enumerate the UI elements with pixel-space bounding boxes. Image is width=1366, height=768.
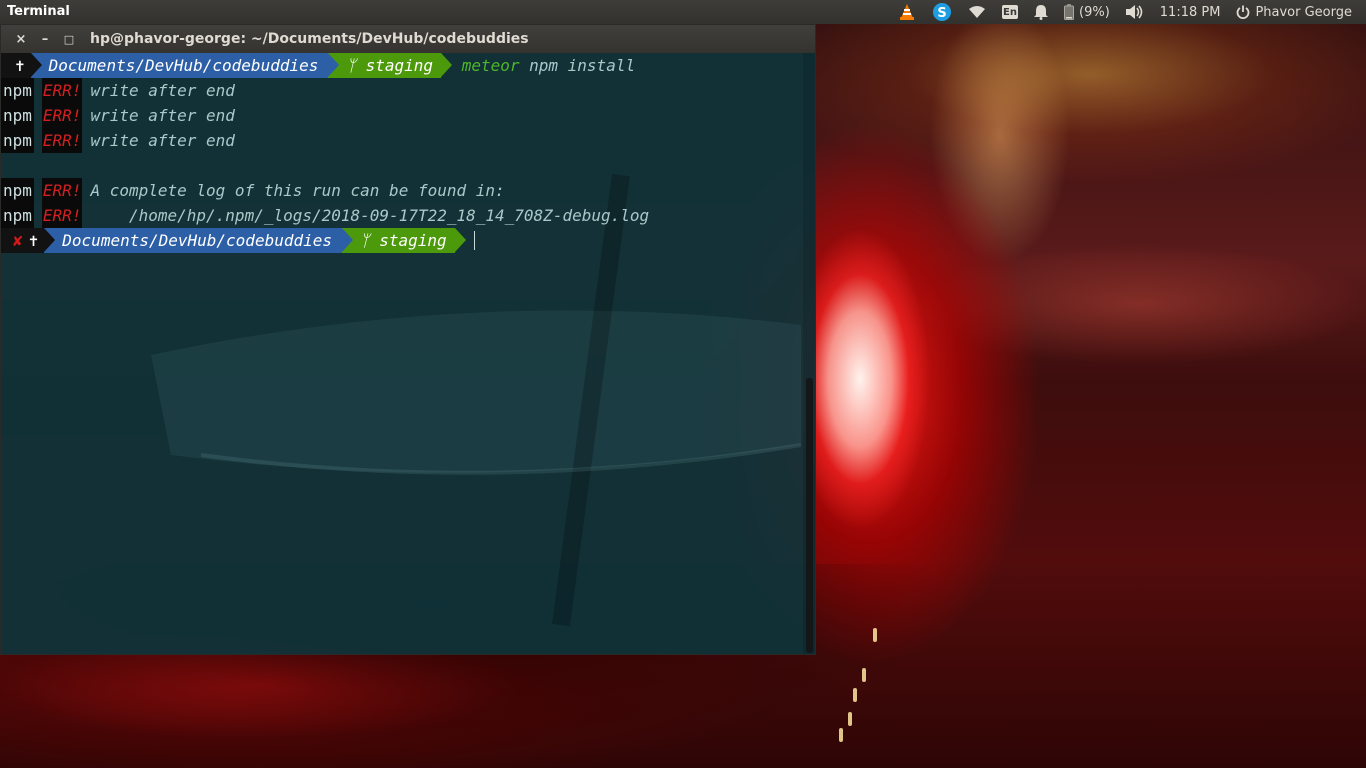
user-glyph-icon: ✝ bbox=[15, 56, 25, 75]
user-name: Phavor George bbox=[1255, 4, 1352, 20]
error-tag: ERR! bbox=[41, 178, 83, 203]
close-button[interactable]: × bbox=[12, 30, 30, 48]
user-glyph-icon: ✝ bbox=[28, 231, 39, 250]
text-cursor[interactable] bbox=[473, 231, 475, 250]
prompt-user-segment: ✘ ✝ bbox=[1, 228, 45, 253]
prompt-line: ✘ ✝ Documents/DevHub/codebuddies ᛘ staging bbox=[1, 228, 803, 253]
prompt-git-segment: ᛘ staging bbox=[328, 53, 442, 78]
terminal-titlebar[interactable]: × – □ hp@phavor-george: ~/Documents/DevH… bbox=[1, 25, 815, 53]
terminal-window[interactable]: × – □ hp@phavor-george: ~/Documents/DevH… bbox=[0, 24, 816, 655]
log-path[interactable]: /home/hp/.npm/_logs/2018-09-17T22_18_14_… bbox=[90, 206, 649, 225]
segment-separator bbox=[342, 228, 353, 252]
vlc-indicator[interactable] bbox=[898, 0, 916, 24]
notification-bell-icon bbox=[1034, 5, 1048, 20]
output-text: A complete log of this run can be found … bbox=[90, 181, 505, 200]
npm-prefix: npm bbox=[1, 103, 34, 128]
notification-indicator[interactable] bbox=[1034, 0, 1048, 24]
skype-indicator[interactable]: S bbox=[932, 0, 952, 24]
git-branch-name: staging bbox=[365, 56, 434, 75]
indicator-area: S En (9%) 11:18 PM Phavor George bbox=[890, 0, 1360, 24]
battery-indicator[interactable]: (9%) bbox=[1064, 0, 1110, 24]
output-line: npm ERR! write after end bbox=[1, 78, 803, 103]
keyboard-layout-icon: En bbox=[1002, 5, 1018, 19]
error-tag: ERR! bbox=[41, 128, 83, 153]
segment-separator bbox=[441, 53, 453, 77]
wallpaper-light-streak bbox=[873, 628, 877, 642]
prompt-git-segment: ᛘ staging bbox=[342, 228, 455, 253]
npm-prefix: npm bbox=[1, 78, 34, 103]
output-line: npm ERR! A complete log of this run can be… bbox=[1, 178, 803, 203]
clock[interactable]: 11:18 PM bbox=[1160, 0, 1221, 24]
volume-icon bbox=[1125, 5, 1143, 19]
output-text: write after end bbox=[90, 131, 235, 150]
error-tag: ERR! bbox=[41, 203, 83, 228]
battery-percentage: (9%) bbox=[1079, 4, 1110, 20]
git-branch-icon: ᛘ bbox=[346, 56, 356, 75]
output-line: npm ERR! write after end bbox=[1, 128, 803, 153]
wifi-icon bbox=[969, 6, 985, 18]
output-line: npm ERR! /home/hp/.npm/_logs/2018-09-17T2… bbox=[1, 203, 803, 228]
segment-separator bbox=[454, 228, 466, 252]
output-line: npm ERR! write after end bbox=[1, 103, 803, 128]
power-icon bbox=[1237, 5, 1250, 19]
failure-icon: ✘ bbox=[13, 231, 23, 250]
prompt-directory-segment: Documents/DevHub/codebuddies bbox=[30, 53, 329, 78]
terminal-output[interactable]: ✝ Documents/DevHub/codebuddies ᛘ staging m… bbox=[1, 53, 803, 654]
vlc-icon bbox=[900, 4, 914, 20]
scrollbar-track[interactable] bbox=[803, 53, 815, 654]
output-text: write after end bbox=[90, 81, 235, 100]
command-tool: meteor bbox=[461, 56, 520, 75]
command-args: npm install bbox=[529, 56, 636, 75]
svg-text:S: S bbox=[937, 6, 946, 21]
prompt-user-segment: ✝ bbox=[1, 53, 31, 78]
minimize-button[interactable]: – bbox=[36, 30, 54, 48]
maximize-button[interactable]: □ bbox=[60, 30, 78, 48]
wallpaper-light-streak bbox=[853, 688, 857, 702]
top-panel: Terminal S En (9%) 11:18 PM Phavor Georg… bbox=[0, 0, 1366, 24]
prompt-line: ✝ Documents/DevHub/codebuddies ᛘ staging m… bbox=[1, 53, 803, 78]
npm-prefix: npm bbox=[1, 128, 34, 153]
scrollbar-thumb[interactable] bbox=[806, 378, 813, 653]
segment-separator bbox=[328, 53, 340, 77]
git-branch-icon: ᛘ bbox=[360, 231, 370, 250]
keyboard-indicator[interactable]: En bbox=[1002, 0, 1018, 24]
battery-icon bbox=[1064, 4, 1074, 20]
error-tag: ERR! bbox=[41, 103, 83, 128]
error-tag: ERR! bbox=[41, 78, 83, 103]
active-app-title[interactable]: Terminal bbox=[7, 4, 70, 19]
skype-icon: S bbox=[933, 3, 951, 21]
session-menu[interactable]: Phavor George bbox=[1236, 0, 1352, 24]
segment-separator bbox=[30, 53, 42, 77]
npm-prefix: npm bbox=[1, 178, 34, 203]
segment-separator bbox=[44, 228, 56, 252]
prompt-directory-segment: Documents/DevHub/codebuddies bbox=[44, 228, 342, 253]
git-branch-name: staging bbox=[379, 231, 447, 250]
window-title: hp@phavor-george: ~/Documents/DevHub/cod… bbox=[90, 31, 529, 47]
wallpaper-light-streak bbox=[848, 712, 852, 726]
wallpaper-light-streak bbox=[839, 728, 843, 742]
output-text: write after end bbox=[90, 106, 235, 125]
wallpaper-light-streak bbox=[862, 668, 866, 682]
sound-indicator[interactable] bbox=[1125, 0, 1144, 24]
network-indicator[interactable] bbox=[968, 0, 986, 24]
npm-prefix: npm bbox=[1, 203, 34, 228]
